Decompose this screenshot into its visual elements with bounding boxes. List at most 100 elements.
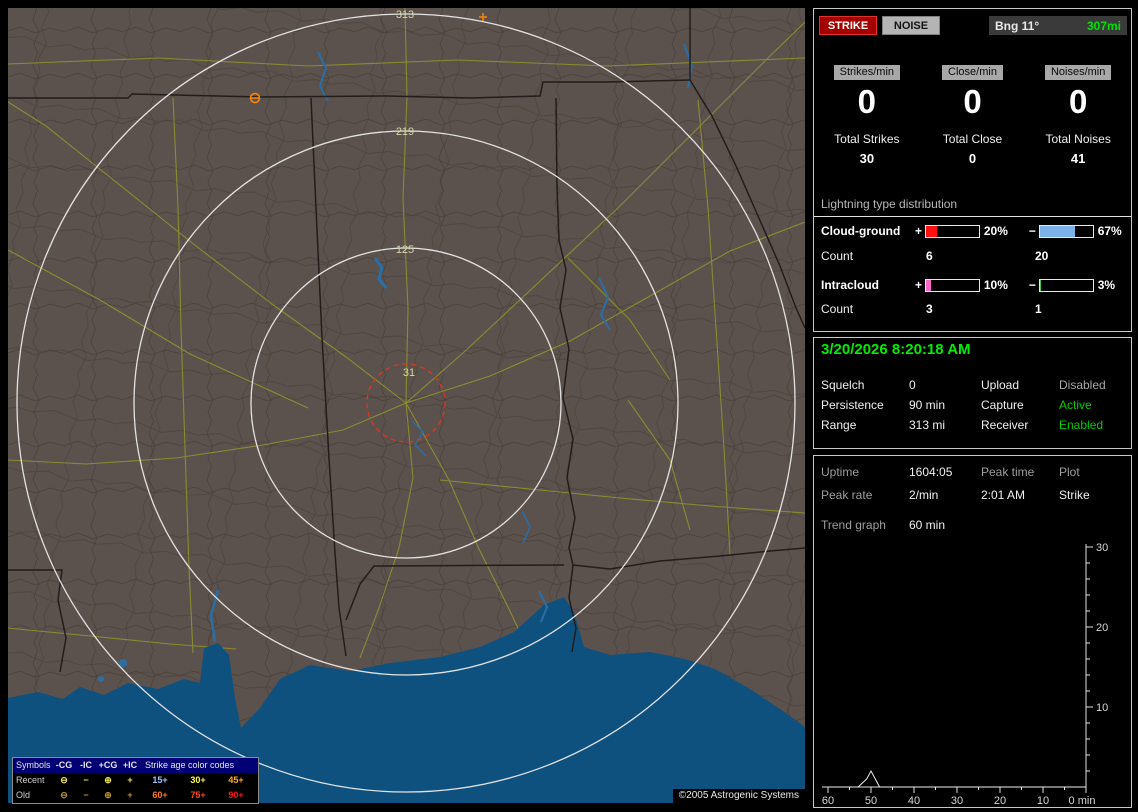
y-tick-20: 20: [1096, 622, 1108, 634]
receiver-status: Enabled: [1059, 418, 1104, 432]
upload-status: Disabled: [1059, 378, 1106, 392]
x-tick-30: 30: [951, 795, 963, 804]
age-code-45: 45+: [228, 775, 244, 785]
close-per-min-value: 0: [963, 83, 982, 120]
strikes-per-min-label: Strikes/min: [833, 65, 901, 80]
legend-col-cg-minus: -CG: [55, 760, 73, 770]
lake: [119, 659, 127, 667]
cloud-ground-label: Cloud-ground: [821, 224, 901, 238]
strike-mode-button[interactable]: STRIKE: [819, 16, 877, 35]
peak-time-value: 2:01 AM: [981, 488, 1026, 502]
x-tick-60: 60: [822, 795, 834, 804]
cg-plus-count: 6: [926, 249, 933, 263]
persistence-value: 90 min: [909, 398, 946, 412]
count-label: Count: [821, 302, 854, 316]
ic-minus-count: 1: [1035, 302, 1042, 316]
x-tick-40: 40: [908, 795, 920, 804]
persistence-label: Persistence: [821, 398, 884, 412]
capture-status: Active: [1059, 398, 1092, 412]
old-ic-minus-icon: −: [83, 790, 89, 800]
plus-sign: +: [915, 278, 923, 292]
cg-plus-bar: [924, 224, 980, 238]
age-code-60: 60+: [152, 790, 168, 800]
range-value: 313 mi: [909, 418, 946, 432]
total-strikes-label: Total Strikes: [834, 132, 900, 146]
noises-per-min-value: 0: [1068, 83, 1088, 120]
ic-minus-percent: 3%: [1097, 278, 1116, 292]
recent-cg-minus-icon: ⊖: [60, 775, 68, 785]
total-strikes-value: 30: [859, 151, 875, 166]
trend-graph-label: Trend graph: [821, 518, 886, 532]
plot-label: Plot: [1059, 465, 1080, 479]
range-label-125: 125: [396, 244, 414, 256]
ic-minus-bar: [1038, 278, 1094, 292]
total-close-value: 0: [968, 151, 977, 166]
y-tick-30: 30: [1096, 542, 1108, 554]
copyright-text: ©2005 Astrogenic Systems: [672, 789, 805, 803]
peak-rate-label: Peak rate: [821, 488, 873, 502]
legend-symbols-header: Symbols: [16, 760, 51, 770]
lake: [98, 676, 104, 682]
upload-label: Upload: [981, 378, 1020, 392]
right-panel: STRIKE NOISE Bng 11° 307mi Strikes/min C…: [813, 8, 1132, 808]
ic-plus-bar: [924, 278, 980, 292]
distribution-title: Lightning type distribution: [821, 197, 958, 211]
capture-label: Capture: [981, 398, 1024, 412]
peak-rate-value: 2/min: [909, 488, 939, 502]
strike-stats-box: STRIKE NOISE Bng 11° 307mi Strikes/min C…: [813, 8, 1132, 332]
age-code-90: 90+: [228, 790, 244, 800]
ic-plus-percent: 10%: [983, 278, 1008, 292]
cg-plus-percent: 20%: [983, 224, 1008, 238]
legend-age-header: Strike age color codes: [145, 760, 235, 770]
peak-time-label: Peak time: [981, 465, 1035, 479]
y-tick-10: 10: [1096, 702, 1108, 714]
map-legend: Symbols -CG -IC +CG +IC Strike age color…: [12, 757, 259, 804]
bearing-range: 307mi: [1086, 18, 1121, 33]
total-close-label: Total Close: [942, 132, 1003, 146]
recent-ic-plus-icon: +: [127, 775, 133, 785]
bearing-label: Bng 11°: [995, 18, 1040, 33]
x-tick-20: 20: [994, 795, 1006, 804]
trend-line: [828, 769, 1086, 788]
trend-box: Uptime 1604:05 Peak time Plot Peak rate …: [813, 455, 1132, 808]
legend-col-cg-plus: +CG: [98, 760, 118, 770]
minus-sign: −: [1028, 278, 1036, 292]
legend-col-ic-minus: -IC: [80, 760, 92, 770]
range-label: Range: [821, 418, 857, 432]
range-label-219: 219: [396, 126, 414, 138]
bearing-readout: Bng 11° 307mi: [989, 16, 1127, 35]
old-ic-plus-icon: +: [127, 790, 133, 800]
trend-graph-window: 60 min: [909, 518, 946, 532]
legend-col-ic-plus: +IC: [122, 760, 138, 770]
count-label: Count: [821, 249, 854, 263]
squelch-value: 0: [909, 378, 916, 392]
cg-minus-bar: [1038, 224, 1094, 238]
uptime-label: Uptime: [821, 465, 860, 479]
cg-minus-count: 20: [1035, 249, 1049, 263]
plus-sign: +: [915, 224, 923, 238]
age-code-15: 15+: [152, 775, 168, 785]
range-label-313: 313: [396, 9, 414, 21]
intracloud-label: Intracloud: [821, 278, 880, 292]
age-code-75: 75+: [190, 790, 206, 800]
legend-old-label: Old: [16, 790, 31, 800]
divider: [814, 216, 1131, 217]
x-tick-10: 10: [1037, 795, 1049, 804]
receiver-label: Receiver: [981, 418, 1029, 432]
uptime-value: 1604:05: [909, 465, 953, 479]
recent-ic-minus-icon: −: [83, 775, 89, 785]
recent-cg-plus-icon: ⊕: [104, 775, 112, 785]
total-noises-value: 41: [1070, 151, 1086, 166]
strikes-per-min-value: 0: [857, 83, 876, 120]
age-code-30: 30+: [190, 775, 206, 785]
plot-value: Strike: [1059, 488, 1090, 502]
cg-minus-percent: 67%: [1097, 224, 1122, 238]
x-tick-0min: 0 min: [1069, 795, 1096, 804]
ic-plus-count: 3: [926, 302, 933, 316]
map-view[interactable]: 313 219 125 31 Symbols -CG -IC +CG +IC S…: [8, 8, 805, 804]
noise-mode-button[interactable]: NOISE: [882, 16, 940, 35]
noises-per-min-label: Noises/min: [1044, 65, 1112, 80]
range-label-31: 31: [403, 367, 415, 379]
datetime-display: 3/20/2026 8:20:18 AM: [821, 341, 971, 358]
map-canvas[interactable]: 313 219 125 31: [8, 8, 805, 803]
